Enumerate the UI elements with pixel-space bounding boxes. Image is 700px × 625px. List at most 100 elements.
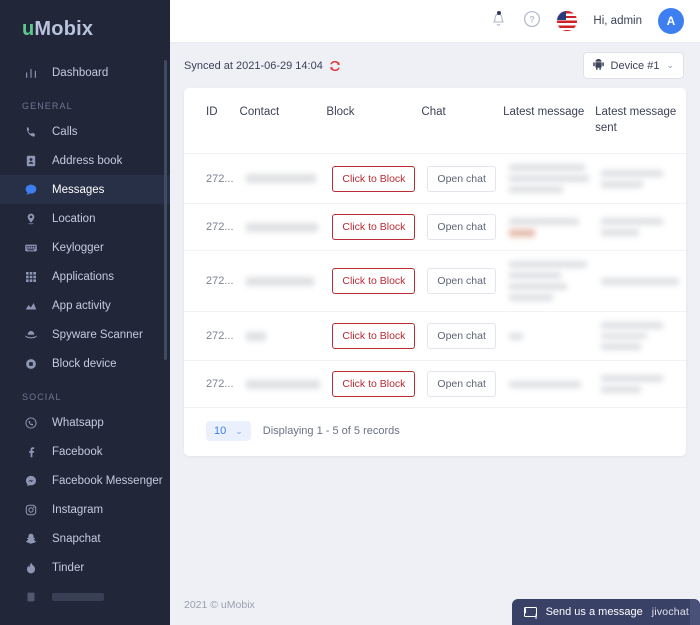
records-count-label: Displaying 1 - 5 of 5 records (262, 425, 400, 438)
cell-chat: Open chat (421, 311, 504, 362)
sidebar-item-address-book[interactable]: Address book (0, 146, 170, 175)
chat-widget-handle[interactable] (690, 599, 700, 625)
cell-block: Click to Block (326, 250, 422, 313)
sync-status-label: Synced at 2021-06-29 14:04 (184, 59, 323, 72)
cell-latest-message (503, 311, 596, 362)
redacted-latest-message-sent (601, 277, 680, 285)
svg-text:?: ? (530, 14, 536, 24)
device-selector-dropdown[interactable]: Device #1 ⌄ (582, 52, 684, 79)
cell-latest-message (503, 360, 596, 409)
sidebar-item-block-device[interactable]: Block device (0, 349, 170, 378)
column-header-id[interactable]: ID (184, 88, 240, 155)
sidebar-item-messages[interactable]: Messages (0, 175, 170, 204)
column-header-latest-message-sent[interactable]: Latest message sent (595, 88, 686, 155)
cell-chat: Open chat (421, 153, 504, 205)
redacted-contact (245, 331, 266, 341)
help-circle-icon[interactable]: ? (523, 10, 541, 33)
contact-card-icon (22, 153, 39, 169)
cell-contact (239, 360, 327, 409)
dashboard-bars-icon (22, 65, 39, 81)
messages-table: ID Contact Block Chat Latest message Lat… (184, 88, 686, 409)
cell-chat: Open chat (421, 250, 504, 313)
block-button[interactable]: Click to Block (332, 214, 416, 241)
redacted-latest-message-sent (601, 169, 680, 188)
tinder-flame-icon (22, 560, 39, 576)
redacted-contact (245, 174, 316, 184)
block-button[interactable]: Click to Block (332, 268, 416, 295)
sidebar-item-label: Dashboard (52, 66, 109, 79)
avatar[interactable]: A (658, 8, 684, 34)
sidebar-item-label: Calls (52, 125, 78, 138)
cell-contact (239, 153, 327, 205)
sidebar-item-tinder[interactable]: Tinder (0, 553, 170, 582)
cell-id: 272... (184, 360, 240, 409)
sidebar-scrollbar[interactable] (164, 60, 167, 360)
cell-chat: Open chat (421, 360, 504, 409)
block-circle-icon (22, 356, 39, 372)
table-head: ID Contact Block Chat Latest message Lat… (184, 88, 686, 155)
open-chat-button[interactable]: Open chat (427, 214, 496, 241)
sidebar-item-partial[interactable] (0, 582, 170, 611)
redacted-latest-message-sent (601, 218, 680, 237)
sidebar-item-facebook[interactable]: Facebook (0, 437, 170, 466)
redacted-latest-message-sent (601, 375, 680, 394)
rows-per-page-value: 10 (214, 425, 227, 438)
sidebar-item-facebook-messenger[interactable]: Facebook Messenger (0, 466, 170, 495)
cell-block: Click to Block (326, 153, 422, 205)
us-flag-icon[interactable] (557, 11, 578, 31)
sidebar-item-dashboard[interactable]: Dashboard (0, 58, 170, 87)
sidebar-item-location[interactable]: Location (0, 204, 170, 233)
cell-latest-message-sent (595, 311, 686, 362)
open-chat-button[interactable]: Open chat (427, 323, 496, 350)
sidebar-item-whatsapp[interactable]: Whatsapp (0, 408, 170, 437)
chat-widget-brand: jivochat (651, 606, 689, 618)
column-header-latest-message[interactable]: Latest message (503, 88, 596, 155)
sidebar-item-label: Address book (52, 154, 123, 167)
notifications-bell-button[interactable] (490, 11, 507, 31)
block-button[interactable]: Click to Block (332, 371, 416, 398)
cell-latest-message-sent (595, 360, 686, 409)
redacted-latest-message (509, 380, 589, 388)
table-header-row: ID Contact Block Chat Latest message Lat… (184, 88, 686, 155)
chat-widget-label: Send us a message (545, 606, 643, 618)
block-button[interactable]: Click to Block (332, 165, 416, 192)
sidebar-item-snapchat[interactable]: Snapchat (0, 524, 170, 553)
redacted-contact (245, 276, 314, 286)
block-button[interactable]: Click to Block (332, 323, 416, 350)
cell-contact (239, 203, 327, 252)
sidebar-item-label: Applications (52, 270, 115, 283)
envelope-icon (523, 607, 537, 617)
open-chat-button[interactable]: Open chat (427, 371, 496, 398)
sidebar-item-keylogger[interactable]: Keylogger (0, 233, 170, 262)
snapchat-icon (22, 531, 39, 547)
copyright-label: 2021 © uMobix (184, 599, 255, 611)
column-header-block[interactable]: Block (326, 88, 422, 155)
chat-widget-button[interactable]: Send us a message jivochat (511, 599, 700, 625)
grid-apps-icon (22, 269, 39, 285)
sidebar-item-label: Whatsapp (52, 416, 104, 429)
cell-id: 272... (184, 311, 240, 362)
cell-block: Click to Block (326, 311, 422, 362)
column-header-contact[interactable]: Contact (239, 88, 327, 155)
table-row: 272... Click to Block Open chat (184, 153, 686, 205)
cell-contact (239, 311, 327, 362)
column-header-chat[interactable]: Chat (421, 88, 504, 155)
refresh-icon[interactable] (329, 60, 341, 72)
user-greeting: Hi, admin (593, 15, 642, 27)
redacted-latest-message (509, 217, 589, 237)
open-chat-button[interactable]: Open chat (427, 165, 496, 192)
sidebar-item-label: Facebook (52, 445, 103, 458)
sidebar-item-app-activity[interactable]: App activity (0, 291, 170, 320)
app-logo[interactable]: uMobix (0, 0, 170, 58)
sidebar-item-applications[interactable]: Applications (0, 262, 170, 291)
sidebar-item-instagram[interactable]: Instagram (0, 495, 170, 524)
rows-per-page-select[interactable]: 10 ⌄ (206, 421, 251, 442)
table-footer: 10 ⌄ Displaying 1 - 5 of 5 records (184, 408, 686, 456)
open-chat-button[interactable]: Open chat (427, 268, 496, 295)
cell-block: Click to Block (326, 203, 422, 252)
sidebar: uMobix Dashboard GENERAL Calls Address b… (0, 0, 170, 625)
sidebar-item-label: Facebook Messenger (52, 474, 163, 487)
sidebar-item-calls[interactable]: Calls (0, 117, 170, 146)
sidebar-item-spyware-scanner[interactable]: Spyware Scanner (0, 320, 170, 349)
cell-latest-message (503, 153, 596, 205)
